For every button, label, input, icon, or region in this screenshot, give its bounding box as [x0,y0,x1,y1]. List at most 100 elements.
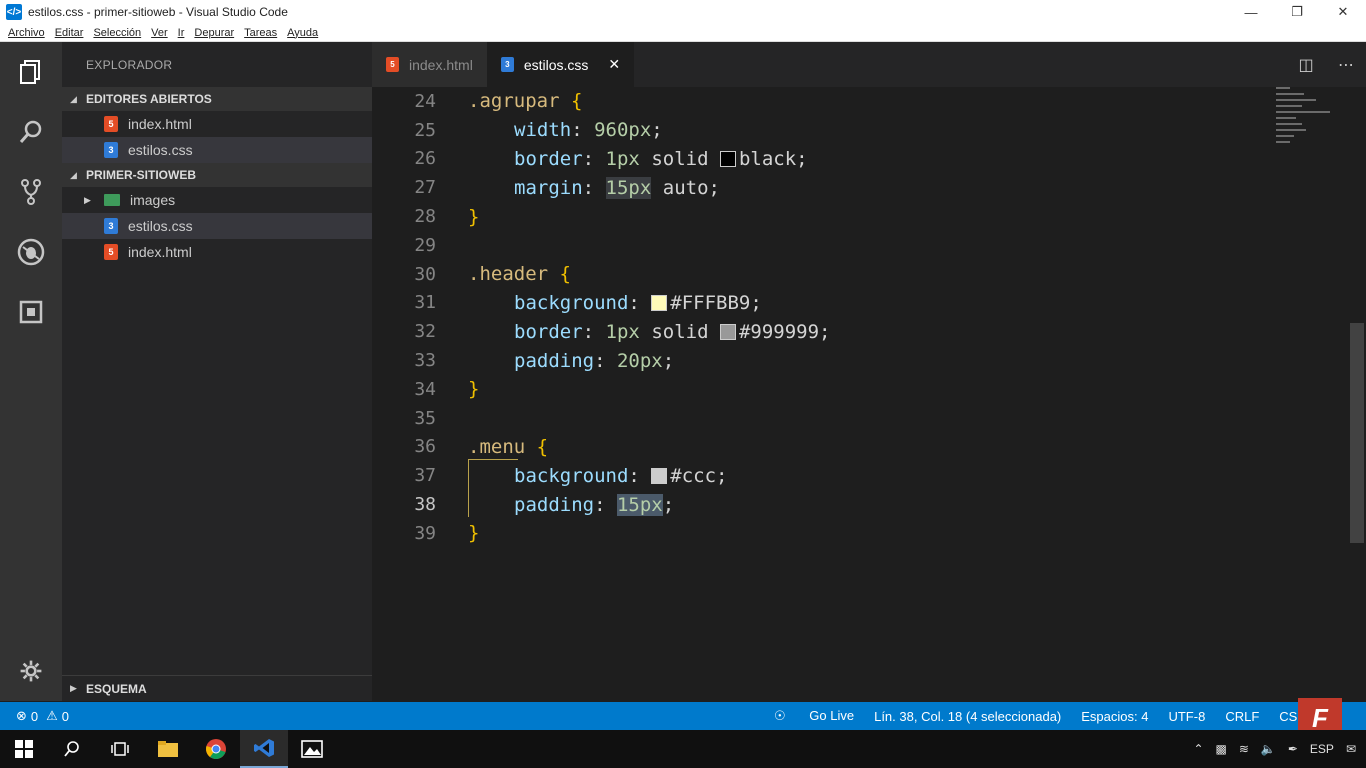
extensions-icon [19,300,43,324]
cursor-position[interactable]: Lín. 38, Col. 18 (4 seleccionada) [874,709,1061,724]
taskbar-search[interactable] [48,730,96,768]
vscode-app[interactable] [240,730,288,768]
search-activity[interactable] [0,102,62,162]
file-explorer-app[interactable] [144,730,192,768]
css-selector: .header [468,263,549,286]
outline-label: ESQUEMA [86,681,147,696]
git-branch-icon [21,179,41,205]
close-window-button[interactable]: ✕ [1320,0,1366,24]
line-number: 26 [414,148,436,170]
menu-ayuda[interactable]: Ayuda [287,27,318,39]
tree-item-estilos[interactable]: 3 estilos.css [62,213,372,239]
tab-label: estilos.css [523,56,589,73]
chevron-up-icon[interactable]: ⌃ [1193,742,1203,756]
image-icon [301,740,323,758]
css-value: 20px [616,349,663,372]
outline-section[interactable]: ▶ ESQUEMA [62,675,372,701]
start-button[interactable] [0,730,48,768]
color-swatch[interactable] [651,294,668,311]
css-property: border [514,147,583,170]
network-icon[interactable]: ▩ [1216,742,1227,756]
code-line: 39 } [372,519,1348,548]
menu-editar[interactable]: Editar [55,27,84,39]
menu-archivo[interactable]: Archivo [8,27,45,39]
brace: } [468,522,480,545]
code-editor[interactable]: 24 .agrupar { 25 width: 960px; 26 border… [372,87,1348,701]
chrome-app[interactable] [192,730,240,768]
more-actions-icon[interactable]: ⋯ [1326,55,1366,75]
error-icon[interactable]: ⊗ [16,708,27,724]
project-section[interactable]: ◢ PRIMER-SITIOWEB [62,163,372,187]
tab-index-html[interactable]: 5 index.html [372,42,487,87]
restore-button[interactable]: ❐ [1274,0,1320,24]
color-swatch[interactable] [651,467,668,484]
close-icon[interactable]: ✕ [608,56,620,73]
scrollbar-thumb[interactable] [1350,323,1364,543]
tree-item-index[interactable]: 5 index.html [62,239,372,265]
menu-seleccion[interactable]: Selección [93,27,141,39]
wifi-icon[interactable]: ≋ [1239,742,1249,756]
open-editors-label: EDITORES ABIERTOS [86,92,212,106]
code-line: 26 border: 1px solid black; [372,145,1348,174]
menu-ver[interactable]: Ver [151,27,168,39]
task-view-button[interactable] [96,730,144,768]
window-title: estilos.css - primer-sitioweb - Visual S… [28,5,288,19]
css-file-icon: 3 [500,57,514,72]
debug-activity[interactable] [0,222,62,282]
bracket-guide [468,459,518,517]
settings-gear[interactable] [0,651,62,691]
tab-actions: ◫ ⋯ [1286,42,1366,87]
pen-icon[interactable]: ✒ [1288,742,1298,756]
menu-tareas[interactable]: Tareas [244,27,277,39]
indentation[interactable]: Espacios: 4 [1081,709,1148,724]
error-count[interactable]: 0 [31,709,38,724]
notification-icon[interactable]: ✉ [1346,742,1356,756]
language-indicator[interactable]: ESP [1310,742,1334,756]
warning-count[interactable]: 0 [62,709,69,724]
line-number: 24 [414,90,436,112]
color-swatch[interactable] [719,150,736,167]
vscode-icon [254,739,274,757]
warning-icon[interactable]: ⚠ [46,708,58,724]
code-line: 27 margin: 15px auto; [372,173,1348,202]
minimap[interactable] [1276,87,1348,177]
brace: { [559,263,571,286]
selected-css-value: 15px [616,493,663,516]
line-number: 32 [414,321,436,343]
photos-app[interactable] [288,730,336,768]
extensions-activity[interactable] [0,282,62,342]
split-editor-icon[interactable]: ◫ [1286,55,1326,75]
go-live-button[interactable]: ☉ Go Live [774,708,854,724]
menu-depurar[interactable]: Depurar [194,27,234,39]
volume-icon[interactable]: 🔈 [1261,742,1276,756]
system-tray: ⌃ ▩ ≋ 🔈 ✒ ESP ✉ [1181,730,1356,768]
tree-item-images[interactable]: ▶ images [62,187,372,213]
search-icon [64,741,79,757]
color-swatch[interactable] [719,323,736,340]
open-editors-section[interactable]: ◢ EDITORES ABIERTOS [62,87,372,111]
source-control-activity[interactable] [0,162,62,222]
line-number: 39 [414,522,436,544]
tab-estilos-css[interactable]: 3 estilos.css ✕ [486,42,635,87]
css-property: background [514,464,629,487]
open-editor-item-estilos[interactable]: 3 estilos.css [62,137,372,163]
line-number: 36 [414,436,436,458]
css-file-icon: 3 [104,142,118,158]
code-line: 31 background: #FFFBB9; [372,289,1348,318]
code-line: 37 background: #ccc; [372,461,1348,490]
code-line: 29 [372,231,1348,260]
file-label: index.html [128,116,192,132]
files-icon [20,60,40,84]
search-icon [19,120,42,143]
menu-ir[interactable]: Ir [178,27,185,39]
vertical-scrollbar[interactable] [1348,87,1366,701]
minimize-button[interactable]: — [1228,0,1274,24]
encoding[interactable]: UTF-8 [1168,709,1205,724]
css-color: #FFFBB9 [670,291,751,314]
status-bar: ⊗ 0 ⚠ 0 ☉ Go Live Lín. 38, Col. 18 (4 se… [0,698,1366,738]
chrome-icon [206,739,226,759]
explorer-activity[interactable] [0,42,62,102]
line-ending[interactable]: CRLF [1225,709,1259,724]
line-number: 30 [414,263,436,285]
open-editor-item-index[interactable]: 5 index.html [62,111,372,137]
